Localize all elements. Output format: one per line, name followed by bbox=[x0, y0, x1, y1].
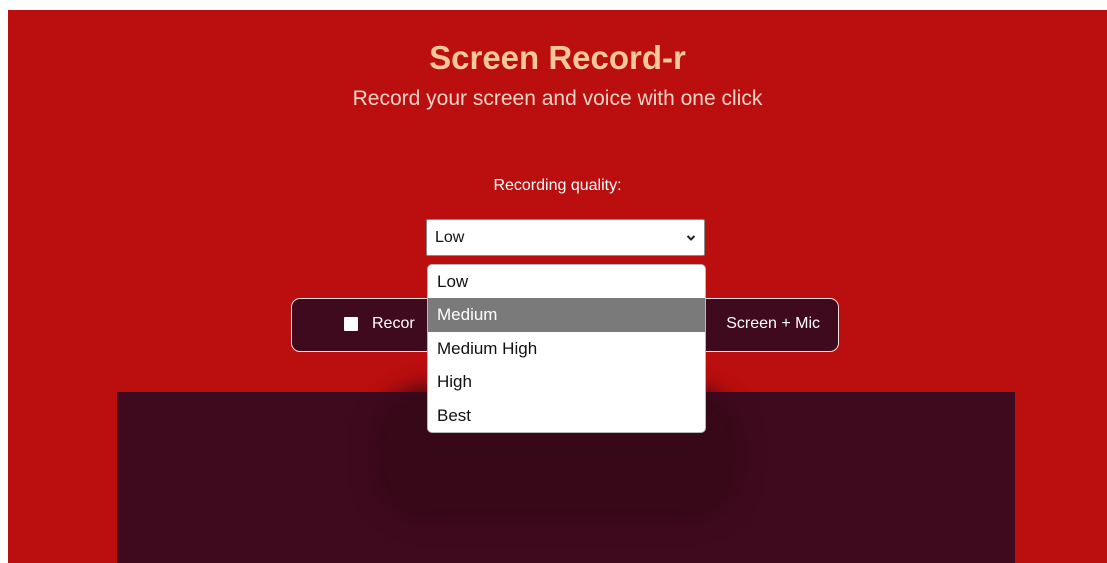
record-button-label-left: Recor bbox=[372, 315, 415, 332]
record-button-label-right: Screen + Mic bbox=[726, 315, 820, 332]
quality-option-medium[interactable]: Medium bbox=[428, 298, 705, 332]
chevron-down-icon bbox=[686, 235, 696, 241]
selected-quality-value: Low bbox=[435, 229, 465, 246]
recording-quality-label: Recording quality: bbox=[493, 177, 622, 194]
quality-dropdown-list[interactable]: Low Medium Medium High High Best bbox=[427, 264, 706, 433]
quality-option-low[interactable]: Low bbox=[428, 265, 705, 299]
quality-option-best[interactable]: Best bbox=[428, 399, 705, 432]
page-subtitle: Record your screen and voice with one cl… bbox=[352, 87, 763, 110]
quality-option-medium-high[interactable]: Medium High bbox=[428, 332, 705, 366]
record-checkbox[interactable] bbox=[344, 317, 358, 331]
page-title: Screen Record-r bbox=[429, 39, 686, 76]
recording-quality-select[interactable]: Low bbox=[426, 219, 705, 256]
app-container: Screen Record-r Record your screen and v… bbox=[8, 10, 1107, 563]
quality-option-high[interactable]: High bbox=[428, 365, 705, 399]
